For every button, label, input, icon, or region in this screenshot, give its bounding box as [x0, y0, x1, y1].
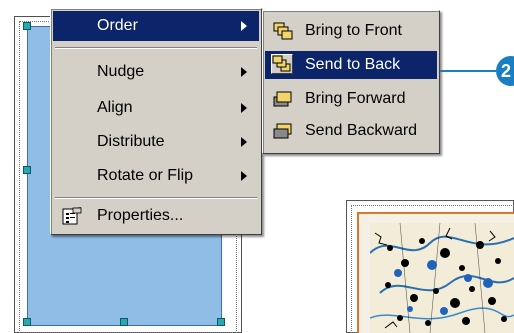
menu-item-label: Nudge	[97, 63, 145, 80]
submenu-arrow-icon	[241, 21, 247, 31]
bring-forward-icon	[273, 90, 293, 108]
menu-item-align[interactable]: Align	[53, 93, 259, 123]
menu-item-label: Bring Forward	[305, 90, 406, 107]
submenu-arrow-icon	[241, 137, 247, 147]
menu-item-label: Send Backward	[305, 122, 418, 139]
context-menu: Order Nudge Align Distribute Rotate or F…	[50, 8, 262, 235]
order-submenu: Bring to Front Send to Back Bring Forwar…	[262, 10, 440, 154]
submenu-arrow-icon	[241, 67, 247, 77]
bring-to-front-icon	[273, 22, 293, 40]
menu-item-properties[interactable]: Properties...	[53, 201, 259, 231]
menu-item-send-backward[interactable]: Send Backward	[265, 117, 437, 145]
menu-item-bring-forward[interactable]: Bring Forward	[265, 85, 437, 113]
selection-handle-top-left[interactable]	[23, 22, 31, 30]
menu-item-label: Properties...	[97, 207, 184, 224]
properties-icon	[61, 206, 83, 226]
menu-item-order[interactable]: Order	[53, 11, 259, 41]
menu-item-bring-to-front[interactable]: Bring to Front	[265, 17, 437, 45]
menu-item-label: Send to Back	[305, 56, 401, 73]
step-callout-badge: 2	[496, 56, 514, 86]
selection-handle-bottom-right[interactable]	[217, 318, 225, 326]
menu-item-label: Bring to Front	[305, 22, 402, 39]
selection-handle-middle-left[interactable]	[23, 166, 31, 174]
submenu-arrow-icon	[241, 171, 247, 181]
menu-item-label: Rotate or Flip	[97, 167, 194, 184]
submenu-arrow-icon	[241, 103, 247, 113]
menu-item-label: Distribute	[97, 133, 165, 150]
menu-item-label: Align	[97, 99, 133, 116]
menu-item-nudge[interactable]: Nudge	[53, 57, 259, 87]
step-callout-number: 2	[500, 60, 511, 81]
menu-item-rotate-or-flip[interactable]: Rotate or Flip	[53, 161, 259, 191]
menu-separator	[55, 47, 257, 49]
menu-item-distribute[interactable]: Distribute	[53, 127, 259, 157]
map-image	[370, 223, 514, 333]
menu-item-send-to-back[interactable]: Send to Back	[265, 51, 437, 79]
callout-line	[440, 70, 496, 72]
send-to-back-icon	[271, 54, 293, 74]
selection-handle-bottom-left[interactable]	[23, 318, 31, 326]
menu-item-label: Order	[97, 17, 138, 34]
selection-handle-bottom-middle[interactable]	[120, 318, 128, 326]
menu-separator	[55, 197, 257, 199]
send-backward-icon	[273, 122, 293, 140]
